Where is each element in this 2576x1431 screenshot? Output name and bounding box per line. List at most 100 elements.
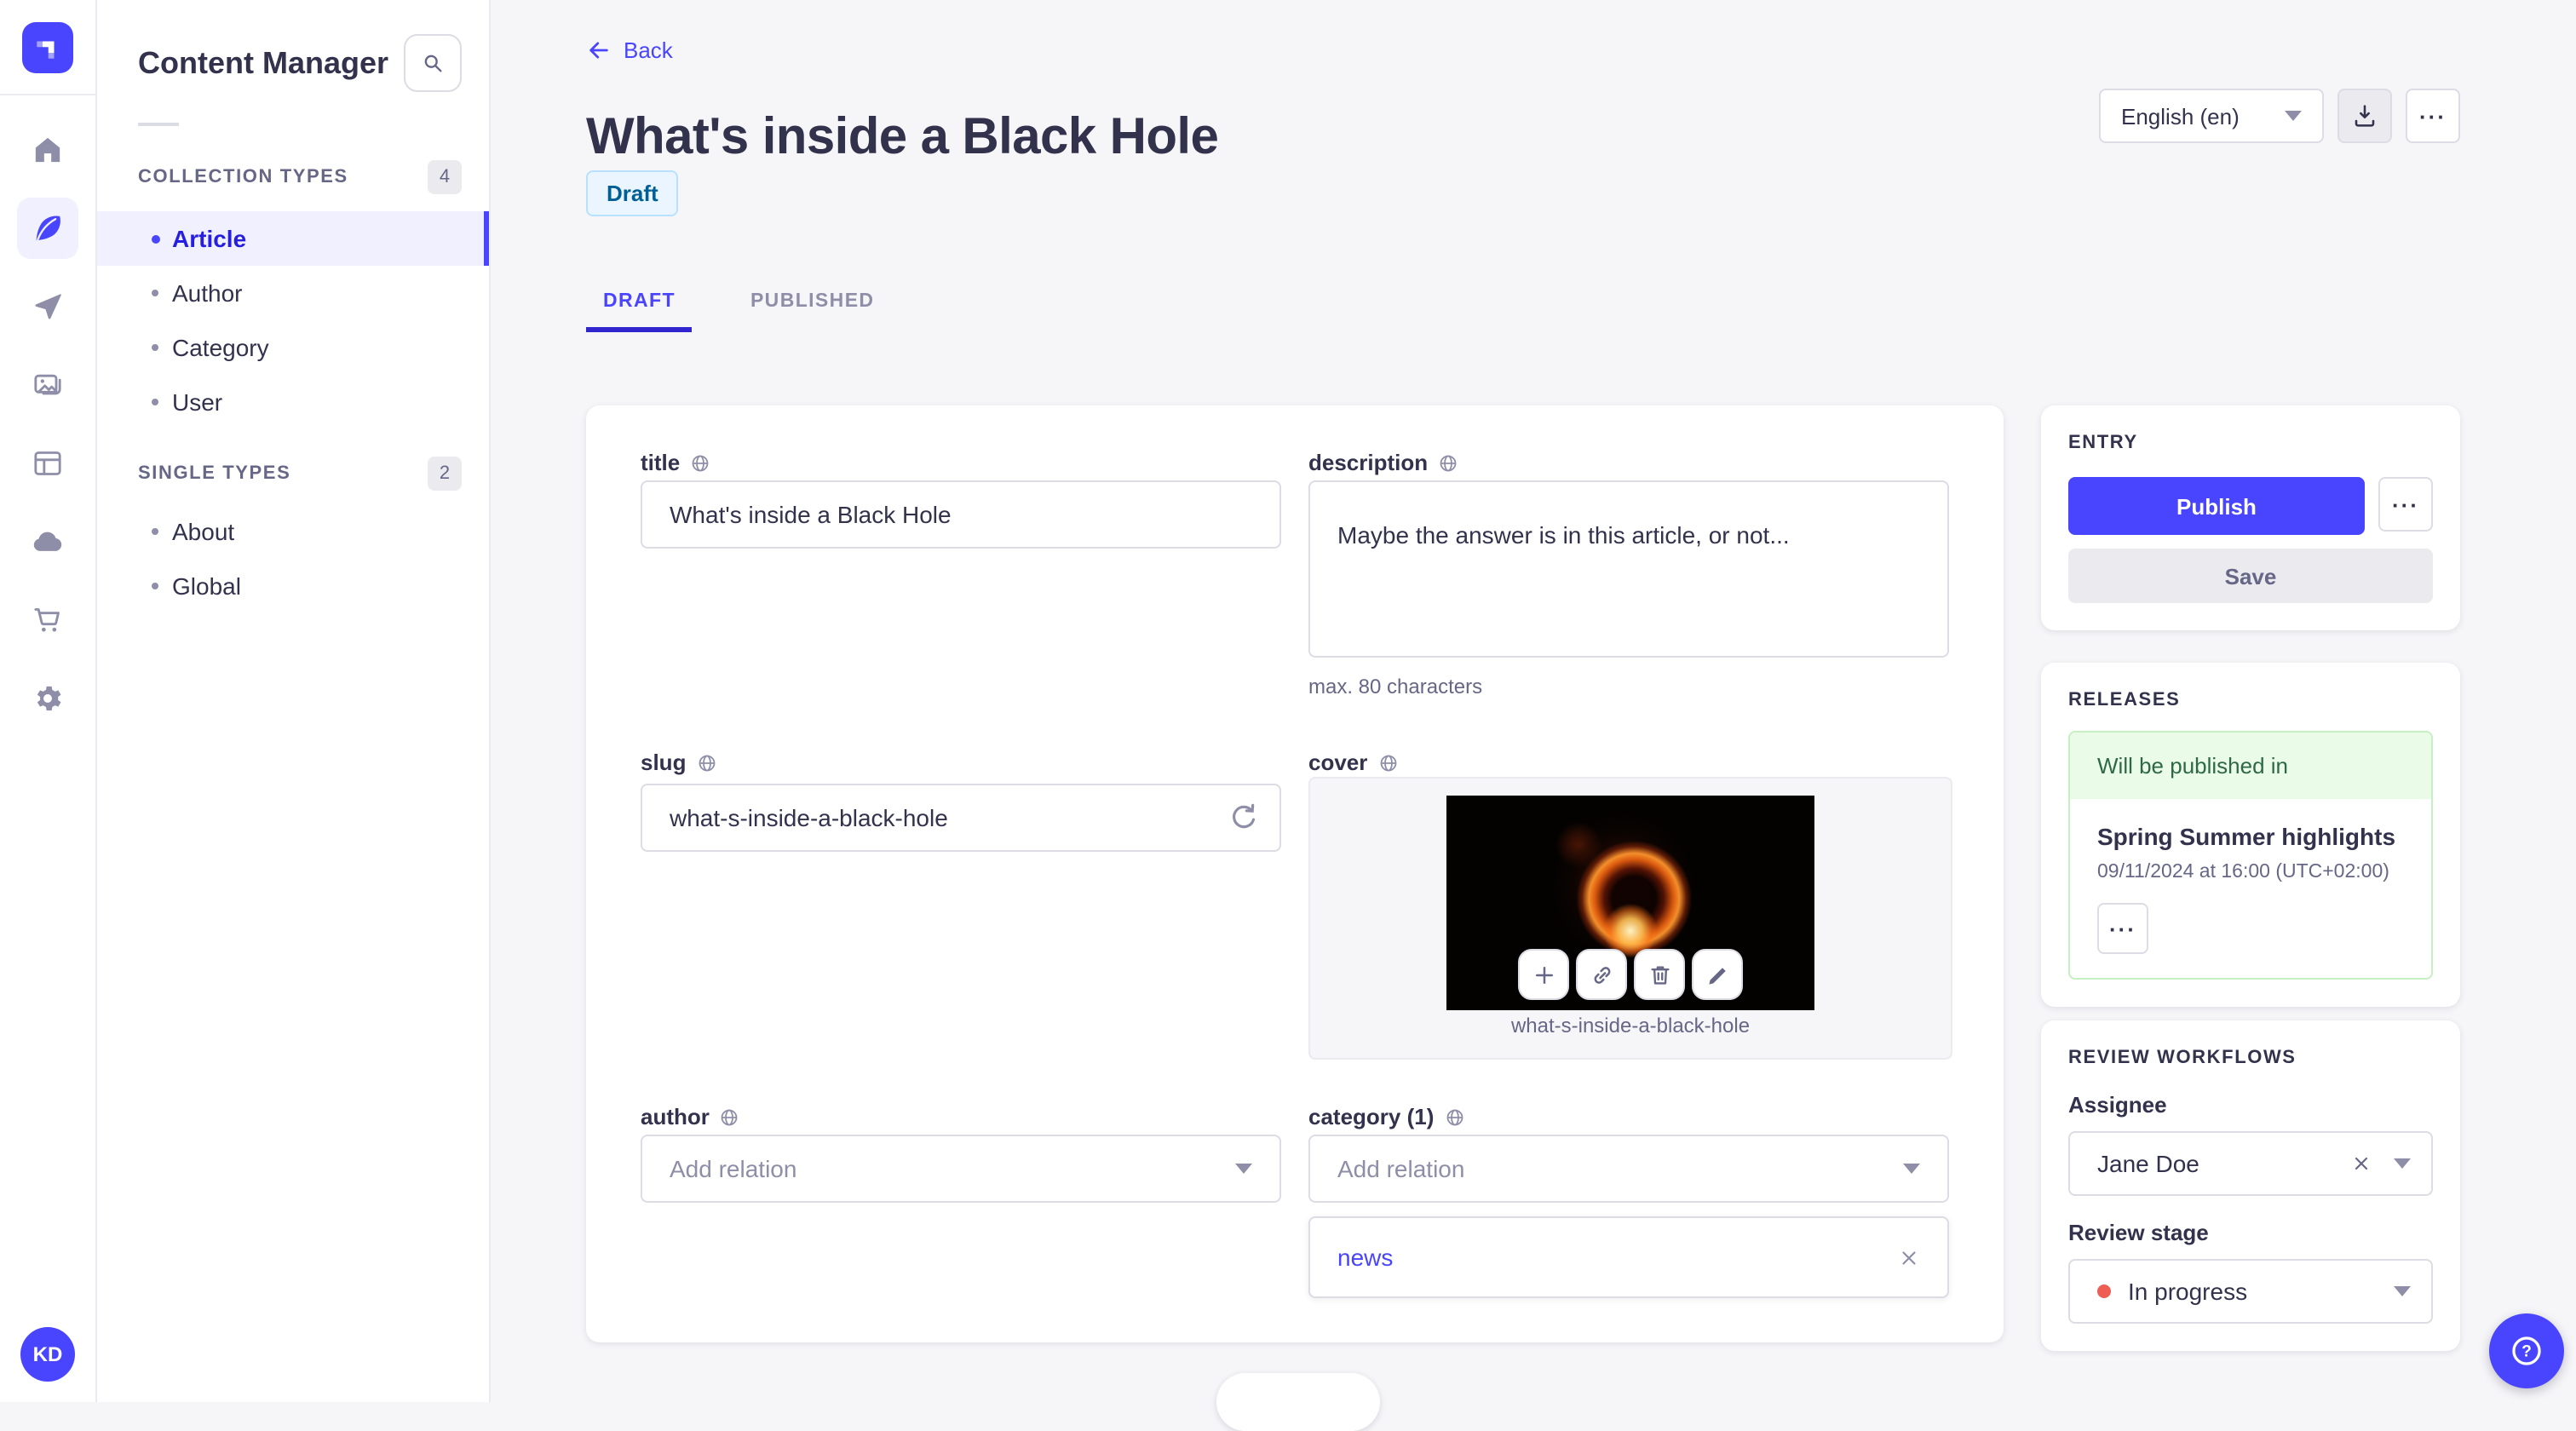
- cloud-icon: [33, 532, 62, 551]
- entry-more-button[interactable]: ···: [2378, 477, 2433, 532]
- stage-value: In progress: [2128, 1278, 2248, 1305]
- release-banner: Will be published in: [2070, 733, 2431, 799]
- clear-icon[interactable]: [2351, 1153, 2372, 1174]
- plus-icon: [1535, 966, 1552, 983]
- sidebar-item-global[interactable]: Global: [97, 559, 489, 613]
- globe-icon: [692, 454, 709, 471]
- tab-draft[interactable]: DRAFT: [586, 276, 693, 332]
- release-more-button[interactable]: ···: [2097, 903, 2148, 954]
- chevron-down-icon: [1903, 1164, 1920, 1174]
- section-single-types-label: SINGLE TYPES: [138, 463, 291, 484]
- author-placeholder: Add relation: [670, 1155, 797, 1182]
- export-button[interactable]: [2337, 89, 2392, 143]
- media-delete-button[interactable]: [1634, 949, 1685, 1000]
- help-button[interactable]: ?: [2489, 1313, 2564, 1388]
- cover-media-actions: [1518, 949, 1743, 1000]
- link-icon: [1593, 966, 1610, 983]
- sidebar-item-about[interactable]: About: [97, 504, 489, 559]
- releases-panel: RELEASES Will be published in Spring Sum…: [2041, 663, 2460, 1007]
- version-tabs: DRAFT PUBLISHED: [586, 276, 892, 332]
- cover-filename: what-s-inside-a-black-hole: [1510, 1014, 1751, 1037]
- ellipsis-icon: ···: [2109, 916, 2136, 941]
- nav-marketplace-button[interactable]: [17, 589, 78, 651]
- page-title: What's inside a Black Hole: [586, 109, 1219, 166]
- scroll-pill[interactable]: [1216, 1373, 1380, 1431]
- category-placeholder: Add relation: [1337, 1155, 1465, 1182]
- app: KD Content Manager COLLECTION TYPES 4 Ar…: [0, 0, 2576, 1431]
- nav-settings-button[interactable]: [17, 668, 78, 729]
- media-copy-link-button[interactable]: [1576, 949, 1627, 1000]
- slug-field-label: slug: [641, 750, 716, 775]
- tab-published[interactable]: PUBLISHED: [733, 276, 892, 327]
- rail-nav-items: [17, 119, 78, 729]
- description-textarea[interactable]: Maybe the answer is in this article, or …: [1308, 480, 1949, 658]
- question-mark-icon: ?: [2512, 1336, 2541, 1365]
- assignee-select[interactable]: Jane Doe: [2068, 1131, 2433, 1196]
- category-relation-select[interactable]: Add relation: [1308, 1135, 1949, 1203]
- cart-icon: [34, 608, 60, 632]
- images-icon: [34, 374, 61, 395]
- release-title[interactable]: Spring Summer highlights: [2097, 823, 2404, 850]
- relation-news-link[interactable]: news: [1337, 1244, 1393, 1271]
- slug-input[interactable]: [641, 784, 1281, 852]
- rail-divider: [0, 94, 95, 95]
- save-button[interactable]: Save: [2068, 549, 2433, 603]
- stage-status-dot: [2097, 1284, 2111, 1298]
- chevron-down-icon: [1235, 1164, 1252, 1174]
- status-badge: Draft: [586, 170, 679, 216]
- strapi-logo[interactable]: [22, 22, 73, 73]
- chevron-down-icon: [2394, 1286, 2411, 1296]
- sidebar-item-article[interactable]: Article: [97, 211, 489, 266]
- sidebar-title: Content Manager: [138, 45, 389, 79]
- sidebar-item-author[interactable]: Author: [97, 266, 489, 320]
- ellipsis-icon: ···: [2392, 491, 2419, 517]
- nav-content-manager-button[interactable]: [17, 198, 78, 259]
- media-add-button[interactable]: [1518, 949, 1569, 1000]
- sidebar-item-category[interactable]: Category: [97, 320, 489, 375]
- sidebar-divider: [138, 123, 179, 126]
- globe-icon: [722, 1108, 739, 1125]
- nav-deploy-button[interactable]: [17, 511, 78, 572]
- locale-selected-value: English (en): [2121, 103, 2240, 129]
- back-link[interactable]: Back: [586, 37, 673, 63]
- nav-media-library-button[interactable]: [17, 354, 78, 416]
- user-avatar[interactable]: KD: [20, 1327, 75, 1382]
- publish-button[interactable]: Publish: [2068, 477, 2365, 535]
- chevron-down-icon: [2285, 111, 2302, 121]
- header-more-button[interactable]: ···: [2406, 89, 2460, 143]
- collection-types-list: Article Author Category User: [97, 211, 489, 429]
- right-panels: ENTRY Publish ··· Save RELEASES Will be …: [2041, 405, 2460, 1351]
- content-manager-sidebar: Content Manager COLLECTION TYPES 4 Artic…: [97, 0, 491, 1402]
- author-field-label: author: [641, 1104, 740, 1129]
- globe-icon: [1440, 454, 1457, 471]
- title-field-label: title: [641, 450, 710, 475]
- review-stage-select[interactable]: In progress: [2068, 1259, 2433, 1324]
- locale-select[interactable]: English (en): [2099, 89, 2324, 143]
- description-hint: max. 80 characters: [1308, 675, 1483, 698]
- nav-home-button[interactable]: [17, 119, 78, 181]
- ellipsis-icon: ···: [2419, 103, 2447, 129]
- author-relation-select[interactable]: Add relation: [641, 1135, 1281, 1203]
- sidebar-search-button[interactable]: [404, 34, 462, 92]
- back-label: Back: [624, 37, 673, 63]
- chevron-down-icon: [2394, 1158, 2411, 1169]
- single-types-count-badge: 2: [428, 457, 462, 491]
- cover-media-card: what-s-inside-a-black-hole: [1308, 777, 1952, 1060]
- media-edit-button[interactable]: [1692, 949, 1743, 1000]
- svg-text:?: ?: [2521, 1343, 2532, 1361]
- nav-releases-button[interactable]: [17, 276, 78, 337]
- release-date: 09/11/2024 at 16:00 (UTC+02:00): [2097, 862, 2389, 882]
- sidebar-item-user[interactable]: User: [97, 375, 489, 429]
- regenerate-slug-button[interactable]: [1227, 801, 1261, 835]
- title-input[interactable]: [641, 480, 1281, 549]
- single-types-list: About Global: [97, 504, 489, 613]
- category-field-label: category (1): [1308, 1104, 1464, 1129]
- trash-icon: [1650, 965, 1669, 984]
- remove-relation-button[interactable]: [1898, 1246, 1920, 1268]
- main-content: Back What's inside a Black Hole English …: [491, 0, 2576, 1431]
- slug-field: [641, 784, 1281, 852]
- entry-panel-header: ENTRY: [2068, 433, 2138, 453]
- header-controls: English (en) ···: [2099, 89, 2460, 143]
- nav-content-type-builder-button[interactable]: [17, 433, 78, 494]
- arrow-left-icon: [589, 42, 608, 59]
